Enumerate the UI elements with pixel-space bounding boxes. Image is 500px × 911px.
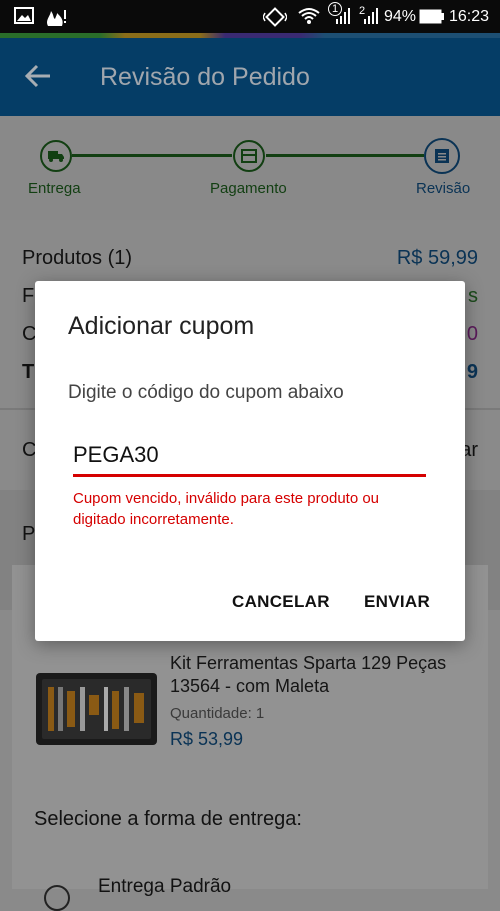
battery-percent: 94% [384, 8, 417, 25]
step-entrega[interactable] [40, 140, 72, 172]
battery-icon [419, 9, 445, 28]
truck-icon [47, 149, 65, 168]
list-icon [434, 148, 450, 169]
products-label: Produtos (1) [22, 247, 133, 269]
fire-alert-icon [44, 7, 70, 31]
step-revisao[interactable] [424, 138, 460, 174]
product-price: R$ 53,99 [170, 729, 244, 749]
page-title: Revisão do Pedido [100, 63, 310, 91]
checkout-stepper: Entrega Pagamento Revisão [0, 116, 500, 220]
quantity-value: 1 [255, 705, 265, 722]
dialog-message: Digite o código do cupom abaixo [68, 382, 344, 403]
coupon-input-underline [73, 474, 426, 477]
dialog-title: Adicionar cupom [68, 312, 255, 340]
card-icon [241, 149, 257, 168]
freight-value: s [468, 285, 478, 307]
step-label-revisao: Revisão [416, 180, 471, 197]
products-value: R$ 59,99 [396, 247, 478, 269]
back-arrow-icon[interactable] [24, 58, 54, 94]
total-value: 9 [466, 361, 478, 383]
shipping-heading: Selecione a forma de entrega: [34, 808, 302, 830]
coupon-error-message: Cupom vencido, inválido para este produt… [73, 490, 380, 528]
clock: 16:23 [449, 8, 490, 25]
status-bar: 1 2 94% 16:23 [0, 0, 500, 33]
signal-sim2-icon [362, 7, 380, 29]
quantity-label: Quantidade: [170, 705, 252, 722]
stepper-line-1 [72, 154, 232, 157]
step-label-pagamento: Pagamento [210, 180, 287, 197]
product-image [34, 665, 159, 750]
step-pagamento[interactable] [233, 140, 265, 172]
image-icon [14, 7, 34, 28]
products-section-label: P [22, 523, 36, 545]
quantity-row: Quantidade: 1 [170, 705, 264, 723]
add-coupon-dialog: Adicionar cupom Digite o código do cupom… [35, 281, 465, 641]
vibrate-icon [262, 7, 288, 31]
submit-button[interactable]: ENVIAR [364, 591, 430, 613]
total-label: T [22, 361, 35, 383]
freight-label: F [22, 285, 35, 307]
step-label-entrega: Entrega [28, 180, 81, 197]
wifi-icon [298, 7, 320, 29]
product-name[interactable]: Kit Ferramentas Sparta 129 Peças 13564 -… [170, 652, 480, 698]
cancel-button[interactable]: CANCELAR [232, 591, 330, 613]
coupon-code-input[interactable] [73, 440, 425, 470]
discount-value: 0 [466, 323, 478, 345]
stepper-line-2 [266, 154, 424, 157]
shipping-option-label[interactable]: Entrega Padrão [98, 875, 231, 899]
signal-sim1-icon [334, 7, 352, 29]
